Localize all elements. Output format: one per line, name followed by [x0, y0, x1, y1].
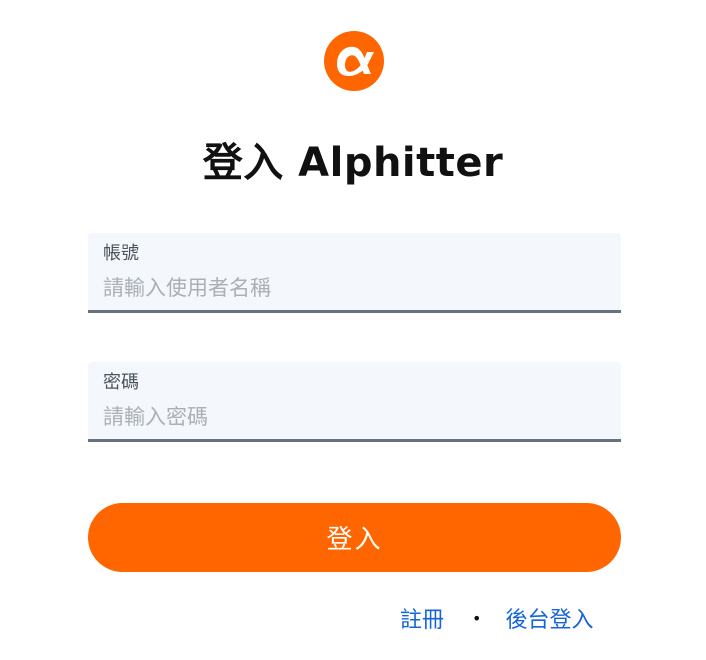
username-field[interactable]: 帳號 [88, 233, 621, 313]
password-label: 密碼 [103, 372, 139, 393]
register-link[interactable]: 註冊 [400, 608, 444, 633]
login-page: 登入 Alphitter 帳號 密碼 登入 註冊 • 後台登入 [0, 0, 706, 660]
link-separator: • [472, 609, 482, 628]
password-field[interactable]: 密碼 [88, 362, 621, 442]
login-button[interactable]: 登入 [88, 503, 621, 572]
page-title: 登入 Alphitter [202, 140, 504, 186]
password-input[interactable] [103, 402, 603, 432]
admin-login-link[interactable]: 後台登入 [505, 608, 593, 633]
username-label: 帳號 [103, 243, 139, 264]
footer-links: 註冊 • 後台登入 [400, 602, 593, 634]
alpha-logo-icon [324, 31, 384, 91]
username-input[interactable] [103, 273, 603, 303]
